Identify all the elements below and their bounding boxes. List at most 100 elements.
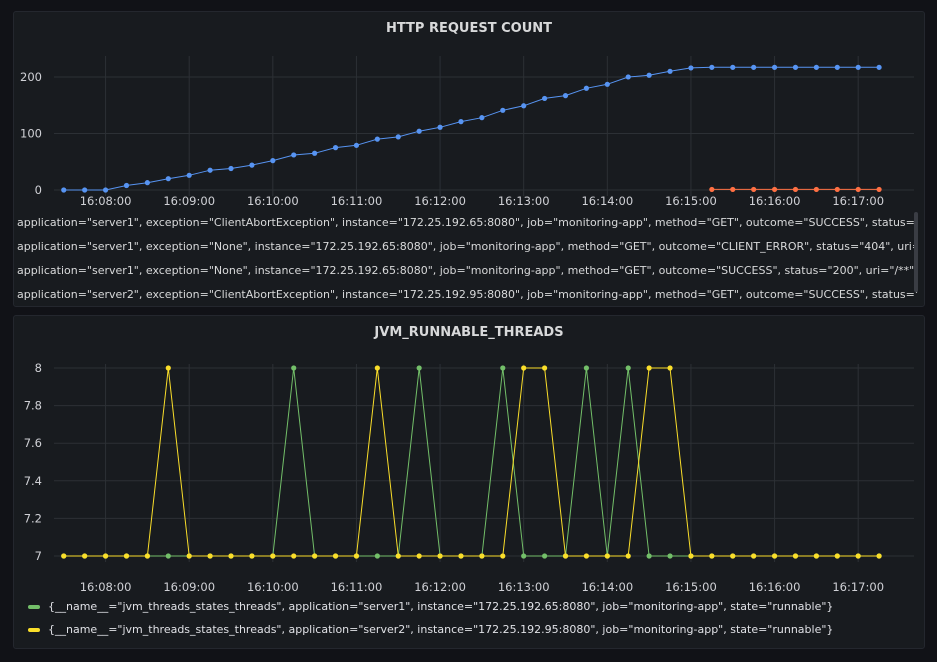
data-point[interactable] [61, 187, 67, 193]
data-point[interactable] [813, 64, 819, 70]
data-point[interactable] [500, 107, 506, 113]
data-point[interactable] [249, 553, 255, 559]
data-point[interactable] [541, 95, 548, 102]
data-point[interactable] [228, 553, 234, 559]
data-point[interactable] [688, 65, 694, 71]
data-point[interactable] [291, 152, 297, 158]
legend-item[interactable]: ount", application="server1", exception=… [14, 216, 918, 229]
jvm-runnable-threads-panel[interactable]: JVM_RUNNABLE_THREADS 16:08:00 16:09:00 16:… [13, 315, 925, 649]
data-point[interactable] [416, 365, 422, 371]
data-point[interactable] [500, 553, 506, 559]
data-point[interactable] [123, 182, 130, 189]
jvm-runnable-threads-chart[interactable]: 16:08:00 16:09:00 16:10:00 16:11:00 16:12:00… [14, 316, 925, 598]
data-point[interactable] [165, 553, 171, 559]
legend-scrollbar[interactable] [914, 212, 918, 292]
data-point[interactable] [458, 119, 464, 125]
data-point[interactable] [312, 150, 318, 156]
data-point[interactable] [291, 365, 297, 371]
data-point[interactable] [61, 553, 67, 559]
data-point[interactable] [374, 365, 380, 371]
data-point[interactable] [332, 553, 339, 559]
data-point[interactable] [353, 553, 360, 559]
data-point[interactable] [583, 85, 590, 91]
data-point[interactable] [625, 74, 631, 80]
data-point[interactable] [771, 64, 778, 70]
series-0[interactable] [61, 365, 882, 559]
data-point[interactable] [144, 180, 150, 186]
data-point[interactable] [521, 365, 527, 371]
data-point[interactable] [646, 365, 652, 371]
data-point[interactable] [82, 187, 88, 193]
data-point[interactable] [730, 186, 736, 193]
data-point[interactable] [834, 553, 840, 559]
data-point[interactable] [834, 64, 840, 70]
data-point[interactable] [834, 186, 840, 193]
data-point[interactable] [416, 128, 422, 134]
data-point[interactable] [583, 365, 590, 371]
data-point[interactable] [730, 64, 736, 70]
data-point[interactable] [876, 186, 882, 193]
data-point[interactable] [144, 553, 150, 559]
data-point[interactable] [332, 145, 339, 151]
data-point[interactable] [479, 553, 485, 559]
data-point[interactable] [479, 115, 485, 121]
http-request-count-chart[interactable]: 16:08:00 16:09:00 16:10:00 16:11:00 16:12:00… [14, 12, 925, 208]
data-point[interactable] [312, 553, 318, 559]
legend-item[interactable]: ount", application="server1", exception=… [14, 240, 918, 253]
data-point[interactable] [751, 186, 757, 193]
data-point[interactable] [353, 142, 360, 148]
data-point[interactable] [709, 186, 715, 193]
legend-item-server2[interactable]: {__name__="jvm_threads_states_threads", … [28, 623, 833, 636]
data-point[interactable] [562, 93, 569, 99]
data-point[interactable] [437, 553, 443, 559]
data-point[interactable] [792, 64, 799, 70]
data-point[interactable] [374, 553, 380, 559]
data-point[interactable] [500, 365, 506, 371]
data-point[interactable] [709, 553, 715, 559]
data-point[interactable] [541, 365, 548, 371]
data-point[interactable] [395, 134, 401, 140]
data-point[interactable] [458, 553, 464, 559]
data-point[interactable] [625, 365, 631, 371]
data-point[interactable] [855, 64, 861, 70]
data-point[interactable] [625, 553, 631, 559]
data-point[interactable] [541, 553, 548, 559]
data-point[interactable] [667, 365, 673, 371]
data-point[interactable] [604, 81, 610, 87]
data-point[interactable] [792, 186, 799, 193]
data-point[interactable] [667, 68, 673, 74]
data-point[interactable] [270, 553, 276, 559]
legend-item[interactable]: ount", application="server2", exception=… [14, 288, 918, 301]
data-point[interactable] [646, 72, 652, 78]
data-point[interactable] [792, 553, 799, 559]
data-point[interactable] [207, 167, 213, 173]
data-point[interactable] [730, 553, 736, 559]
data-point[interactable] [270, 158, 276, 164]
data-point[interactable] [437, 124, 443, 130]
data-point[interactable] [186, 172, 192, 178]
data-point[interactable] [855, 553, 861, 559]
data-point[interactable] [876, 64, 882, 70]
legend-item[interactable]: ount", application="server1", exception=… [14, 264, 918, 277]
data-point[interactable] [646, 553, 652, 559]
data-point[interactable] [165, 365, 171, 371]
data-point[interactable] [604, 553, 610, 559]
legend-list[interactable]: ount", application="server1", exception=… [14, 210, 918, 302]
data-point[interactable] [249, 162, 255, 168]
data-point[interactable] [521, 103, 527, 109]
data-point[interactable] [813, 553, 819, 559]
data-point[interactable] [771, 186, 778, 193]
series-1[interactable] [709, 186, 882, 193]
data-point[interactable] [228, 165, 234, 172]
http-request-count-panel[interactable]: HTTP REQUEST COUNT 16:08:00 16:09:00 16:10… [13, 11, 925, 307]
data-point[interactable] [688, 553, 694, 559]
data-point[interactable] [416, 553, 422, 559]
data-point[interactable] [813, 186, 819, 193]
data-point[interactable] [521, 553, 527, 559]
series-0[interactable] [61, 64, 882, 193]
data-point[interactable] [102, 553, 109, 559]
series-1[interactable] [61, 365, 882, 559]
legend-item-server1[interactable]: {__name__="jvm_threads_states_threads", … [28, 600, 833, 613]
data-point[interactable] [751, 64, 757, 70]
data-point[interactable] [751, 553, 757, 559]
